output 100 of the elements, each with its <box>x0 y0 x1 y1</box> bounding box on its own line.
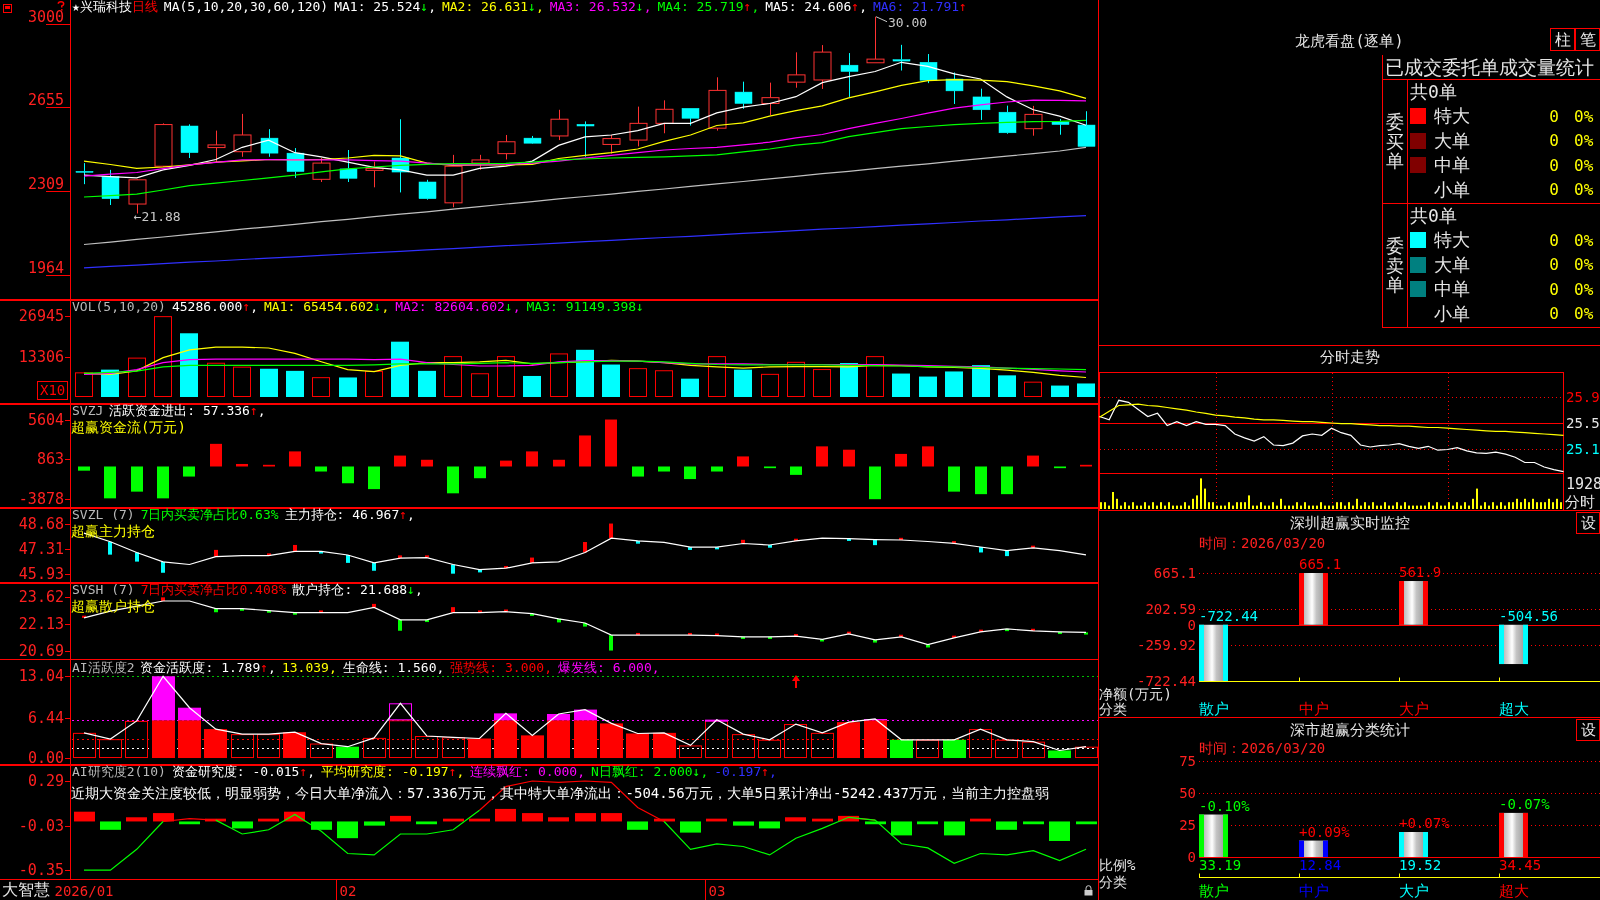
category-label: 超大 <box>1499 882 1529 900</box>
legend-value: 活跃资金进出: 57.336 <box>109 404 250 418</box>
axis-label: 25.5 <box>1566 415 1600 431</box>
brand-name: 大智慧 <box>2 880 50 900</box>
multiplier-label: X10 <box>37 381 69 400</box>
separator: , <box>268 660 276 676</box>
legend-value: 7日内买卖净占比0.63% <box>140 508 279 522</box>
legend-value: -0.197 <box>714 765 762 779</box>
category-label: 中户 <box>1299 882 1329 900</box>
trend-arrow: ↓ <box>373 300 382 314</box>
category-label: 大户 <box>1399 882 1429 900</box>
panel-title: 龙虎看盘(逐单) <box>1295 32 1404 52</box>
chart-annotation: 30.00 <box>888 14 928 30</box>
trend-arrow: ↑ <box>959 0 967 14</box>
separator: , <box>381 300 390 314</box>
axis-label: 23.62 <box>18 588 64 607</box>
change-label: -0.07% <box>1499 795 1550 812</box>
legend-value: 资金研究度: -0.015 <box>171 765 300 779</box>
indicator-name: SVSH (7) <box>72 583 135 597</box>
change-label: +0.09% <box>1299 823 1350 840</box>
indicator-name: SVZJ <box>72 404 104 418</box>
axis-label: 25.9 <box>1566 389 1600 406</box>
axis-label: 665.1 <box>1153 565 1196 581</box>
axis-label: 2655 <box>27 91 64 110</box>
order-count: 0 <box>1548 106 1560 126</box>
axis-label: 22.13 <box>18 615 64 634</box>
separator: , <box>257 404 266 418</box>
separator: , <box>859 0 867 14</box>
order-size-label: 特大 <box>1434 228 1471 253</box>
separator: , <box>751 0 760 14</box>
separator: , <box>769 765 777 779</box>
trend-arrow: ↑ <box>299 765 308 779</box>
axis-label: -0.03 <box>18 816 64 835</box>
axis-title: 分类 <box>1099 874 1127 890</box>
trend-arrow: ↓ <box>528 0 536 14</box>
panel-title: 深市超赢分类统计 <box>1289 720 1410 740</box>
axis-label: 25 <box>1179 817 1196 833</box>
order-size-label: 大单 <box>1434 252 1471 277</box>
category-label: 超大 <box>1499 700 1529 717</box>
side-label: 委卖单 <box>1386 235 1404 296</box>
legend-value: 13.039, <box>281 660 337 676</box>
order-total: 共0单 <box>1410 205 1457 226</box>
legend-value: MA3: 91149.398 <box>526 300 637 314</box>
order-count: 0 <box>1548 230 1560 250</box>
order-count: 0 <box>1548 255 1560 275</box>
axis-label: 13306 <box>18 348 64 366</box>
legend-value: 7日内买卖净占比0.408% <box>140 583 287 597</box>
panel-title: 分时走势 <box>1319 348 1380 366</box>
legend-value: 连续飘红: 0.000, <box>470 765 585 779</box>
order-count: 0 <box>1548 304 1560 324</box>
chart-annotation: ←21.88 <box>133 209 181 225</box>
separator: , <box>456 765 465 779</box>
axis-label: 5604 <box>27 410 64 429</box>
order-percent: 0% <box>1574 155 1595 175</box>
axis-label: 0 <box>1187 849 1196 865</box>
separator: , <box>512 300 521 314</box>
axis-label: 48.68 <box>18 514 64 533</box>
legend-value: 爆发线: 6.000, <box>558 660 660 676</box>
separator: , <box>428 0 436 14</box>
axis-label: 0.29 <box>27 772 64 791</box>
date-text: 时间：2026/03/20 <box>1199 740 1326 758</box>
value-label: 561.9 <box>1399 564 1442 581</box>
trend-arrow: ↑ <box>242 300 251 314</box>
axis-title: 比例% <box>1099 857 1136 873</box>
legend-value: 强势线: 3.000, <box>450 660 552 676</box>
category-label: 散户 <box>1199 882 1229 900</box>
order-size-label: 小单 <box>1434 301 1471 326</box>
axis-label: 0 <box>1187 616 1196 633</box>
indicator-name: AI研究度2(10) <box>72 765 166 779</box>
legend-value: 平均研究度: -0.197 <box>321 765 449 779</box>
axis-label: 1964 <box>27 258 64 277</box>
trend-arrow: ↑ <box>399 508 408 522</box>
separator: , <box>250 300 259 314</box>
order-percent: 0% <box>1574 279 1595 299</box>
axis-title: 分时 <box>1565 493 1595 510</box>
trend-arrow: ↑ <box>249 404 258 418</box>
indicator-name: AI活跃度2 <box>72 660 135 676</box>
legend-value: MA(5,10,20,30,60,120) <box>163 0 329 14</box>
value-label: -722.44 <box>1199 607 1258 624</box>
axis-label: 47.31 <box>18 539 64 558</box>
order-size-label: 小单 <box>1434 177 1471 202</box>
axis-label: 2309 <box>27 175 64 194</box>
order-size-label: 中单 <box>1434 277 1471 302</box>
analysis-text: 近期大资金关注度较低，明显弱势，今日大单净流入：57.336万元，其中特大单净流出：-504.56万元，大单5日累计净出-5242.437万元，当前主力控盘弱 <box>71 784 1049 802</box>
period-label: 日线 <box>131 0 158 14</box>
order-count: 0 <box>1548 131 1560 151</box>
indicator-caption: 超赢资金流(万元) <box>71 419 186 435</box>
order-total: 共0单 <box>1410 81 1457 102</box>
trend-arrow: ↓ <box>635 0 644 14</box>
axis-label: 6.44 <box>27 708 64 727</box>
change-label: +0.07% <box>1399 815 1450 831</box>
legend-value: MA4: 25.719 <box>657 0 744 14</box>
legend-value: 生命线: 1.560, <box>342 660 445 676</box>
legend-value: MA2: 26.631 <box>441 0 529 14</box>
legend-value: 资金活跃度: 1.789 <box>140 660 261 676</box>
trend-arrow: ↓ <box>636 300 644 314</box>
axis-label: 3000 <box>27 7 64 26</box>
axis-label: 50 <box>1179 785 1196 801</box>
date-text: 时间：2026/03/20 <box>1199 534 1326 553</box>
value-label: -504.56 <box>1499 607 1558 624</box>
